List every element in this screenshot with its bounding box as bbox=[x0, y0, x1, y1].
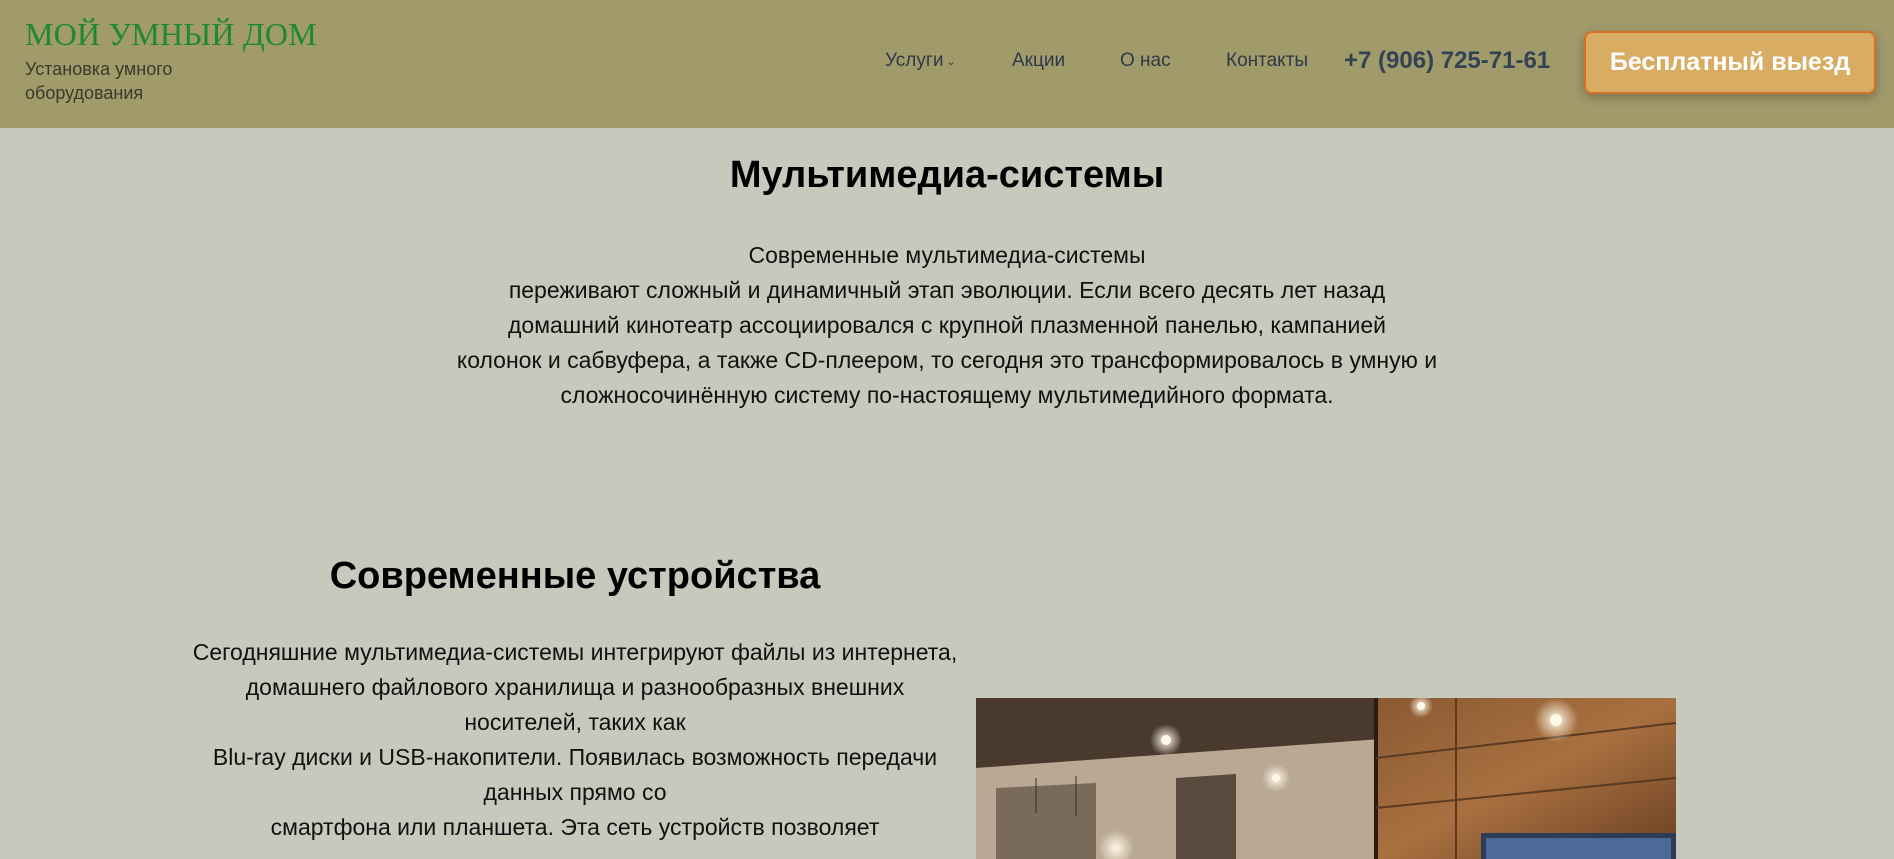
intro-line: переживают сложный и динамичный этап эво… bbox=[508, 277, 1386, 303]
logo-subtitle: Установка умного оборудования bbox=[25, 59, 173, 103]
site-header: МОЙ УМНЫЙ ДОМ Установка умного оборудова… bbox=[0, 0, 1894, 128]
nav-item-uslugi[interactable]: Услуги ⌄ bbox=[885, 50, 956, 72]
devices-line: Сегодняшние мультимедиа-системы интегрир… bbox=[192, 639, 958, 665]
chevron-down-icon: ⌄ bbox=[946, 56, 956, 68]
nav-item-kontakty[interactable]: Контакты bbox=[1226, 50, 1308, 72]
intro-line: сложносочинённую систему по-настоящему м… bbox=[560, 382, 1334, 408]
section-title-multimedia: Мультимедиа-системы bbox=[729, 154, 1165, 196]
nav-item-label: Услуги bbox=[885, 50, 944, 71]
nav-item-o-nas[interactable]: О нас bbox=[1120, 50, 1171, 72]
home-theater-photo bbox=[976, 698, 1676, 859]
devices-line: смартфона или планшета. Эта сеть устройс… bbox=[270, 814, 880, 840]
intro-line: Современные мультимедиа-системы bbox=[748, 242, 1146, 268]
section-title-devices: Современные устройства bbox=[329, 555, 821, 597]
phone-link[interactable]: +7 (906) 725-71-61 bbox=[1344, 47, 1550, 75]
devices-text: Сегодняшние мультимедиа-системы интегрир… bbox=[190, 635, 960, 845]
intro-line: домашний кинотеатр ассоциировался с круп… bbox=[507, 312, 1386, 338]
intro-line: колонок и сабвуфера, а также CD-плеером,… bbox=[456, 347, 1438, 373]
nav-item-akcii[interactable]: Акции bbox=[1012, 50, 1065, 72]
section-intro-text: Современные мультимедиа-системы пережива… bbox=[0, 238, 1894, 413]
logo-title[interactable]: МОЙ УМНЫЙ ДОМ bbox=[25, 16, 317, 53]
devices-line: домашнего файлового хранилища и разнообр… bbox=[245, 674, 905, 735]
devices-line: Blu-ray диски и USB-накопители. Появилас… bbox=[212, 744, 938, 805]
free-visit-button[interactable]: Бесплатный выезд bbox=[1584, 31, 1876, 94]
